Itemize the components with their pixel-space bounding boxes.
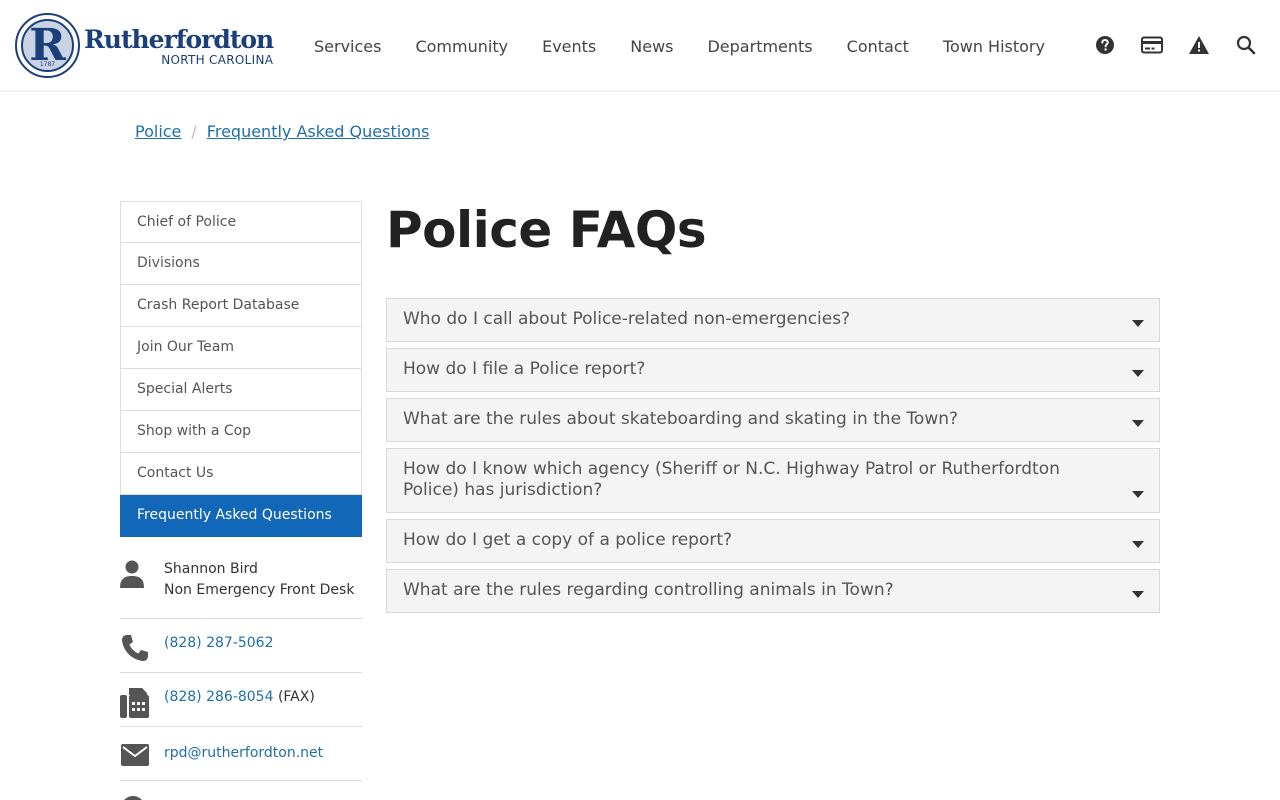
nav-departments[interactable]: Departments xyxy=(690,37,829,56)
header-tools xyxy=(1088,30,1263,60)
faq-question: How do I get a copy of a police report? xyxy=(403,530,733,550)
nav-events[interactable]: Events xyxy=(525,37,613,56)
sidebar-item-chief-of-police[interactable]: Chief of Police xyxy=(120,201,362,243)
faq-item[interactable]: How do I get a copy of a police report? xyxy=(386,519,1160,563)
nav-contact[interactable]: Contact xyxy=(830,37,926,56)
user-icon xyxy=(120,560,144,588)
faq-question: How do I file a Police report? xyxy=(403,359,646,379)
sidebar-item-crash-report-database[interactable]: Crash Report Database xyxy=(120,285,362,327)
fax-icon xyxy=(120,688,149,718)
contact-role: Non Emergency Front Desk xyxy=(164,582,355,598)
sidebar-item-join-our-team[interactable]: Join Our Team xyxy=(120,327,362,369)
envelope-icon xyxy=(121,744,149,766)
phone-icon xyxy=(122,635,148,661)
contact-fax-row: (828) 286-8054 (FAX) xyxy=(120,673,362,727)
contact-person: Shannon Bird Non Emergency Front Desk xyxy=(120,556,362,619)
nav-town-history[interactable]: Town History xyxy=(926,37,1062,56)
faq-item[interactable]: How do I file a Police report? xyxy=(386,348,1160,392)
sidebar-item-divisions[interactable]: Divisions xyxy=(120,243,362,285)
faq-accordion: Who do I call about Police-related non-e… xyxy=(386,298,1160,619)
site-header: R 1787 Rutherfordton NORTH CAROLINA Serv… xyxy=(0,0,1280,92)
sidebar-item-contact-us[interactable]: Contact Us xyxy=(120,453,362,495)
caret-down-icon xyxy=(1132,491,1144,498)
caret-down-icon xyxy=(1132,541,1144,548)
faq-item[interactable]: What are the rules about skateboarding a… xyxy=(386,398,1160,442)
sidebar-nav: Chief of Police Divisions Crash Report D… xyxy=(120,201,362,537)
contact-email-row: rpd@rutherfordton.net xyxy=(120,727,362,781)
fax-suffix: (FAX) xyxy=(277,689,315,705)
warning-icon xyxy=(1189,36,1209,54)
page-title: Police FAQs xyxy=(386,201,707,259)
nav-news[interactable]: News xyxy=(613,37,690,56)
contact-email-link[interactable]: rpd@rutherfordton.net xyxy=(164,745,323,761)
nav-services[interactable]: Services xyxy=(297,37,398,56)
brand-name: Rutherfordton xyxy=(84,24,274,54)
contact-phone-row: (828) 287-5062 xyxy=(120,619,362,673)
faq-question: What are the rules regarding controlling… xyxy=(403,580,894,600)
alerts-button[interactable] xyxy=(1182,30,1216,60)
main-nav: Services Community Events News Departmen… xyxy=(297,0,1062,92)
caret-down-icon xyxy=(1132,320,1144,327)
sidebar-item-shop-with-a-cop[interactable]: Shop with a Cop xyxy=(120,411,362,453)
contact-name: Shannon Bird xyxy=(164,561,258,577)
caret-down-icon xyxy=(1132,420,1144,427)
contact-next-row xyxy=(120,781,362,800)
contact-phone-link[interactable]: (828) 287-5062 xyxy=(164,635,274,651)
help-button[interactable] xyxy=(1088,30,1122,60)
faq-question: Who do I call about Police-related non-e… xyxy=(403,309,851,329)
faq-item[interactable]: What are the rules regarding controlling… xyxy=(386,569,1160,613)
brand-state: NORTH CAROLINA xyxy=(161,52,274,67)
credit-card-icon xyxy=(1141,36,1163,54)
caret-down-icon xyxy=(1132,370,1144,377)
sidebar-item-special-alerts[interactable]: Special Alerts xyxy=(120,369,362,411)
faq-question: How do I know which agency (Sheriff or N… xyxy=(403,459,1060,500)
caret-down-icon xyxy=(1132,591,1144,598)
faq-item[interactable]: How do I know which agency (Sheriff or N… xyxy=(386,448,1160,513)
site-logo[interactable]: R 1787 Rutherfordton NORTH CAROLINA xyxy=(15,13,274,78)
clock-icon xyxy=(124,796,142,800)
seal-year: 1787 xyxy=(39,61,56,68)
breadcrumb-police[interactable]: Police xyxy=(135,122,181,141)
town-seal: R 1787 xyxy=(15,13,80,78)
contact-fax-link[interactable]: (828) 286-8054 xyxy=(164,689,274,705)
breadcrumb-faq[interactable]: Frequently Asked Questions xyxy=(207,122,430,141)
pay-button[interactable] xyxy=(1135,30,1169,60)
search-icon xyxy=(1236,35,1256,55)
breadcrumb-separator: / xyxy=(191,122,197,141)
contact-block: Shannon Bird Non Emergency Front Desk (8… xyxy=(120,556,362,800)
breadcrumb: Police / Frequently Asked Questions xyxy=(135,122,429,141)
faq-question: What are the rules about skateboarding a… xyxy=(403,409,959,429)
faq-item[interactable]: Who do I call about Police-related non-e… xyxy=(386,298,1160,342)
help-circle-icon xyxy=(1096,36,1114,54)
search-button[interactable] xyxy=(1229,30,1263,60)
sidebar-item-faq[interactable]: Frequently Asked Questions xyxy=(120,495,362,537)
nav-community[interactable]: Community xyxy=(398,37,525,56)
